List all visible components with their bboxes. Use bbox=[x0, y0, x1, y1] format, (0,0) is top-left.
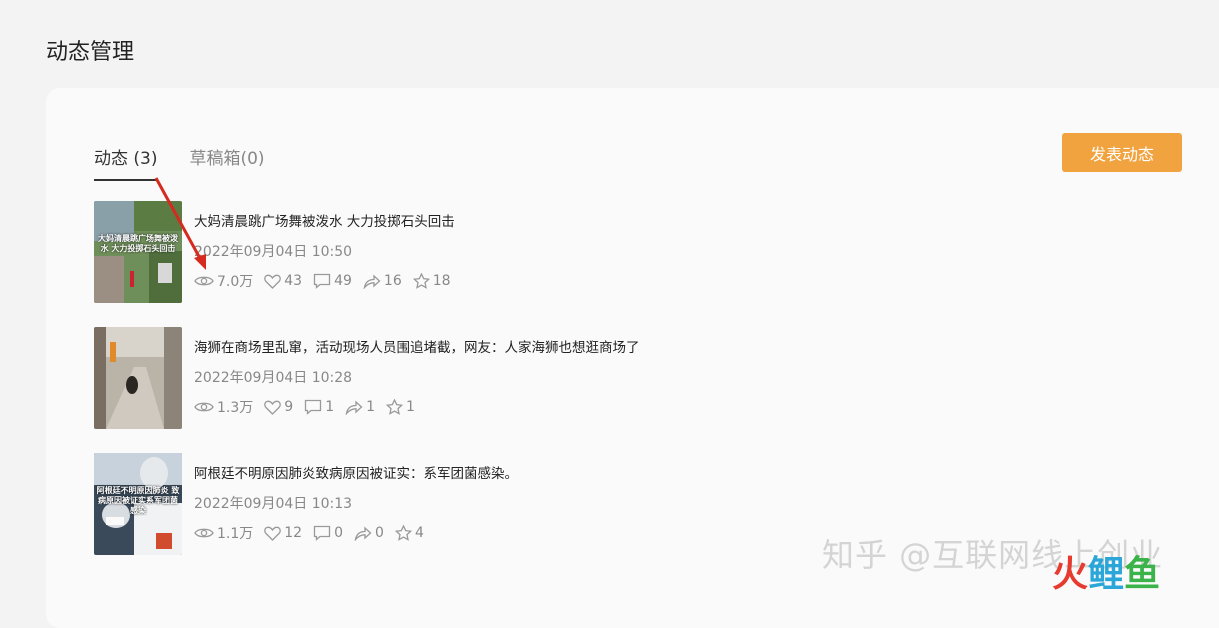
comments-stat[interactable]: 49 bbox=[313, 273, 352, 289]
comment-icon bbox=[313, 525, 331, 541]
favorites-stat[interactable]: 1 bbox=[386, 399, 415, 415]
favorites-count: 18 bbox=[432, 273, 451, 289]
favorites-stat[interactable]: 4 bbox=[394, 525, 424, 541]
post-time: 2022年09月04日 10:13 bbox=[194, 496, 353, 512]
comment-icon bbox=[313, 273, 331, 289]
tab-posts[interactable]: 动态 (3) bbox=[94, 144, 158, 181]
views-count: 7.0万 bbox=[217, 274, 254, 290]
likes-count: 43 bbox=[284, 273, 303, 289]
heart-icon bbox=[264, 400, 282, 415]
post-thumbnail[interactable]: 大妈清晨跳广场舞被泼水 大力投掷石头回击 bbox=[94, 201, 182, 303]
share-icon bbox=[345, 400, 363, 415]
views-stat: 1.1万 bbox=[194, 523, 253, 543]
eye-icon bbox=[194, 402, 214, 412]
shares-count: 1 bbox=[366, 399, 376, 415]
likes-count: 12 bbox=[284, 525, 303, 541]
post-title[interactable]: 大妈清晨跳广场舞被泼水 大力投掷石头回击 bbox=[194, 210, 455, 230]
comment-icon bbox=[305, 399, 322, 415]
post-thumbnail[interactable]: 阿根廷不明原因肺炎 致病原因被证实系军团菌感染 bbox=[94, 453, 182, 555]
likes-count: 9 bbox=[284, 399, 294, 415]
views-count: 1.3万 bbox=[217, 400, 254, 416]
favorites-stat[interactable]: 18 bbox=[412, 273, 451, 289]
views-stat: 1.3万 bbox=[194, 397, 253, 417]
star-icon bbox=[412, 273, 430, 289]
share-icon bbox=[363, 274, 381, 289]
likes-stat[interactable]: 9 bbox=[264, 399, 293, 415]
tab-bar: 动态 (3) 草稿箱(0) bbox=[94, 144, 297, 181]
post-list: 大妈清晨跳广场舞被泼水 大力投掷石头回击 大妈清晨跳广场舞被泼水 大力投掷石头回… bbox=[94, 201, 994, 579]
comments-stat[interactable]: 0 bbox=[313, 525, 343, 541]
tab-drafts[interactable]: 草稿箱(0) bbox=[189, 144, 264, 181]
post-stats: 1.1万 12 0 0 4 bbox=[194, 523, 435, 543]
comments-count: 0 bbox=[334, 525, 344, 541]
thumbnail-caption: 大妈清晨跳广场舞被泼水 大力投掷石头回击 bbox=[98, 234, 178, 253]
post-stats: 7.0万 43 49 16 18 bbox=[194, 271, 462, 291]
eye-icon bbox=[194, 276, 214, 286]
favorites-count: 1 bbox=[406, 399, 415, 415]
comments-count: 1 bbox=[325, 399, 335, 415]
shares-stat[interactable]: 1 bbox=[345, 399, 375, 415]
likes-stat[interactable]: 43 bbox=[264, 273, 302, 289]
post-time: 2022年09月04日 10:50 bbox=[194, 244, 353, 260]
brand-logo: 火鲤鱼 bbox=[1052, 554, 1161, 595]
thumbnail-caption: 阿根廷不明原因肺炎 致病原因被证实系军团菌感染 bbox=[96, 486, 180, 515]
views-count: 1.1万 bbox=[217, 526, 254, 542]
heart-icon bbox=[264, 526, 282, 541]
share-icon bbox=[354, 526, 372, 541]
post-title[interactable]: 海狮在商场里乱窜，活动现场人员围追堵截，网友：人家海狮也想逛商场了 bbox=[194, 336, 640, 356]
shares-stat[interactable]: 0 bbox=[354, 525, 384, 541]
post-stats: 1.3万 9 1 1 1 bbox=[194, 397, 426, 417]
favorites-count: 4 bbox=[414, 525, 424, 541]
likes-stat[interactable]: 12 bbox=[264, 525, 302, 541]
shares-count: 16 bbox=[383, 273, 402, 289]
comments-stat[interactable]: 1 bbox=[304, 399, 334, 415]
post-item[interactable]: 海狮在商场里乱窜，活动现场人员围追堵截，网友：人家海狮也想逛商场了 2022年0… bbox=[94, 327, 994, 453]
publish-post-button[interactable]: 发表动态 bbox=[1062, 133, 1182, 172]
shares-stat[interactable]: 16 bbox=[363, 273, 402, 289]
comments-count: 49 bbox=[334, 273, 352, 289]
star-icon bbox=[394, 525, 412, 541]
star-icon bbox=[386, 399, 404, 415]
post-title[interactable]: 阿根廷不明原因肺炎致病原因被证实：系军团菌感染。 bbox=[194, 462, 518, 482]
heart-icon bbox=[264, 274, 282, 289]
shares-count: 0 bbox=[375, 525, 384, 541]
post-thumbnail[interactable] bbox=[94, 327, 182, 429]
post-time: 2022年09月04日 10:28 bbox=[194, 370, 353, 386]
views-stat: 7.0万 bbox=[194, 271, 253, 291]
eye-icon bbox=[194, 528, 214, 538]
post-item[interactable]: 大妈清晨跳广场舞被泼水 大力投掷石头回击 大妈清晨跳广场舞被泼水 大力投掷石头回… bbox=[94, 201, 994, 327]
page-title: 动态管理 bbox=[46, 40, 135, 65]
